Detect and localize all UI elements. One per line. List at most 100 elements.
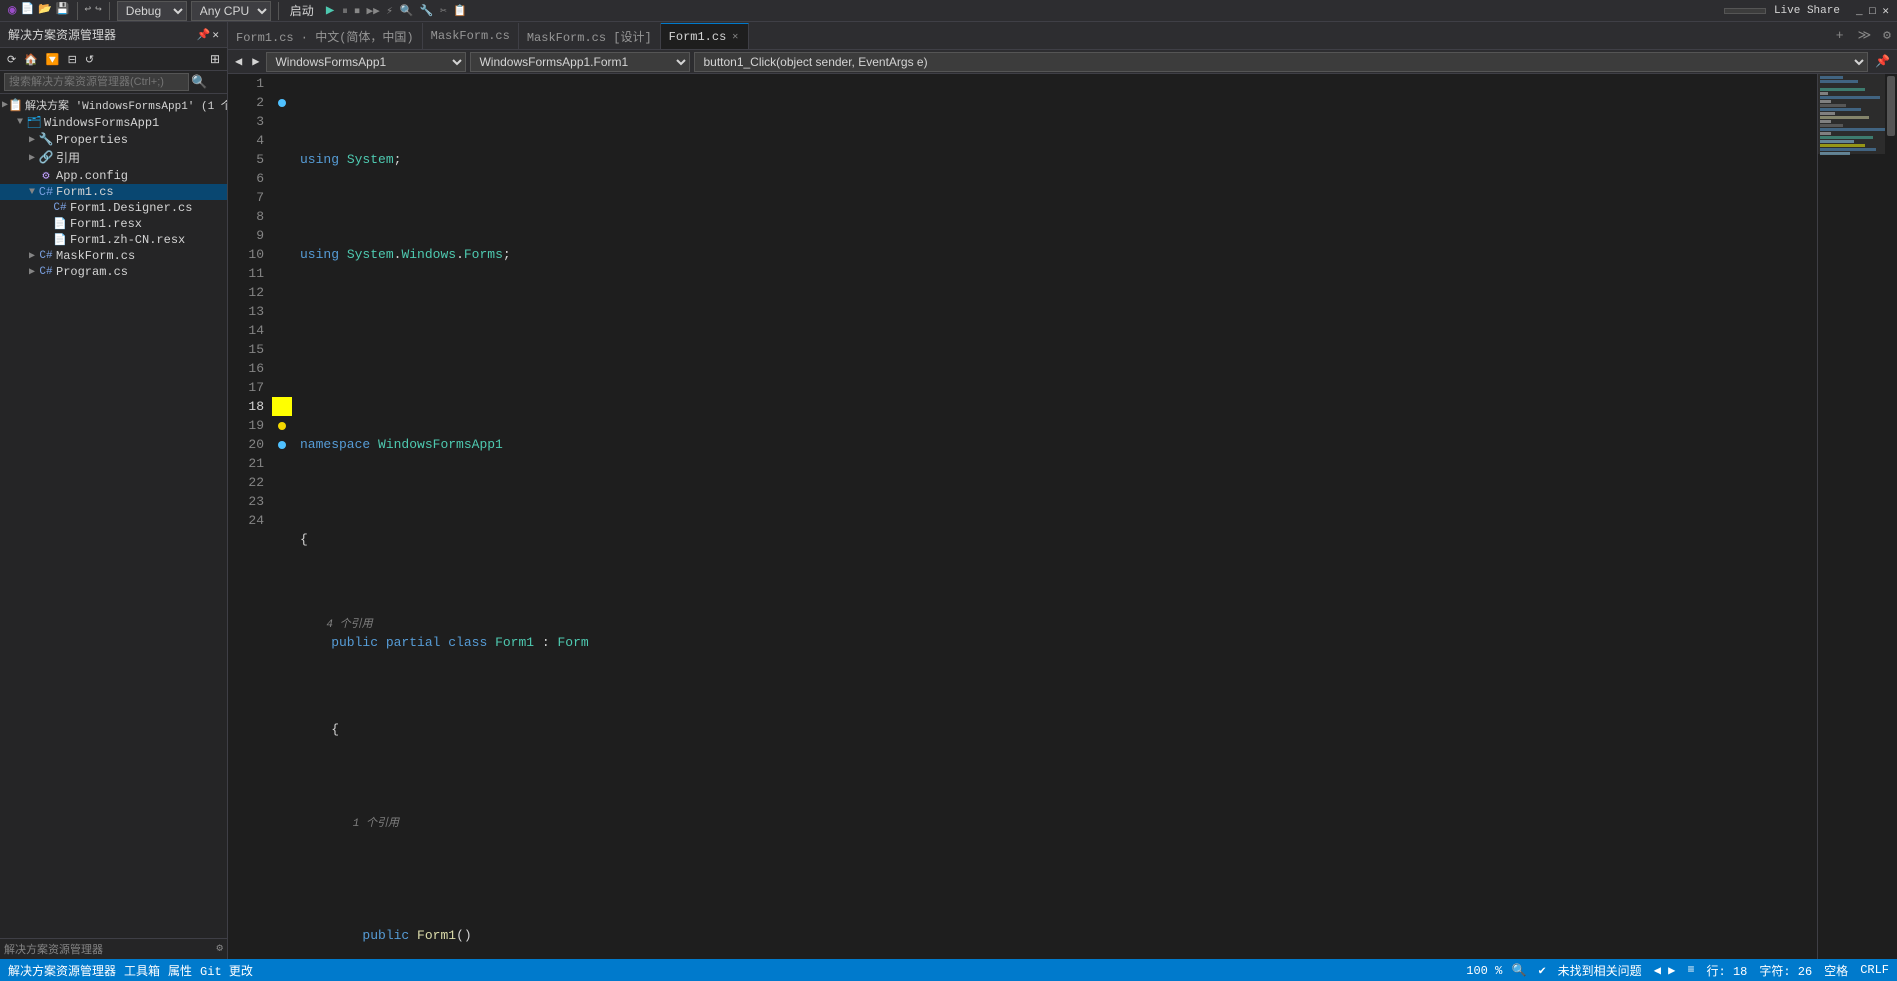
editor-area: Form1.cs · 中文(简体，中国) MaskForm.cs MaskFor… bbox=[228, 22, 1897, 959]
search-bar[interactable] bbox=[1724, 8, 1766, 14]
se-sync-btn[interactable]: ⟳ bbox=[4, 51, 19, 68]
se-title: 解决方案资源管理器 bbox=[8, 26, 116, 43]
status-git[interactable]: Git 更改 bbox=[200, 962, 253, 979]
tree-item-programcs[interactable]: ▶ C# Program.cs bbox=[0, 264, 227, 280]
se-search-icon[interactable]: 🔍 bbox=[191, 75, 207, 90]
tree-item-solution[interactable]: ▶ 📋 解决方案 'WindowsFormsApp1' (1 个项目) bbox=[0, 96, 227, 114]
code-line-1: using System; bbox=[300, 150, 1809, 169]
gutter-1 bbox=[272, 74, 292, 93]
status-encoding: CRLF bbox=[1860, 963, 1889, 977]
ln-13: 13 bbox=[228, 302, 264, 321]
ref-hint-4: 4 个引用 bbox=[300, 617, 585, 633]
minimap[interactable] bbox=[1817, 74, 1897, 959]
tree-item-references[interactable]: ▶ 🔗 引用 bbox=[0, 148, 227, 167]
minimap-line-2 bbox=[1820, 80, 1858, 83]
code-content[interactable]: using System; using System.Windows.Forms… bbox=[292, 74, 1817, 959]
status-space: 空格 bbox=[1824, 962, 1848, 979]
gutter-8 bbox=[272, 207, 292, 226]
save-icon[interactable]: 💾 bbox=[56, 2, 70, 20]
minimap-line-8 bbox=[1820, 104, 1846, 107]
tab-maskformcs[interactable]: MaskForm.cs bbox=[423, 23, 519, 49]
se-refresh-btn[interactable]: ↺ bbox=[82, 51, 97, 68]
tree-item-form1cs[interactable]: ▼ C# Form1.cs bbox=[0, 184, 227, 200]
tab-form1cs[interactable]: Form1.cs ✕ bbox=[661, 23, 750, 49]
open-icon[interactable]: 📂 bbox=[38, 2, 52, 20]
title-bar-left: ◉ 📄 📂 💾 ↩ ↪ Debug Any CPU 启动 ▶ ⏸ ⏹ ▶▶ ⚡ … bbox=[8, 1, 467, 21]
method-dropdown[interactable]: button1_Click(object sender, EventArgs e… bbox=[694, 52, 1868, 72]
tree-item-appconfig[interactable]: ⚙ App.config bbox=[0, 167, 227, 184]
status-filter-icon[interactable]: ≡ bbox=[1687, 963, 1694, 977]
zoom-value: 100 % bbox=[1466, 964, 1502, 978]
nav-pin-btn[interactable]: 📌 bbox=[1872, 54, 1893, 69]
toolbar-sep3 bbox=[278, 2, 279, 20]
se-tree: ▶ 📋 解决方案 'WindowsFormsApp1' (1 个项目) ▼ 🗂 … bbox=[0, 94, 227, 938]
minimap-line-4 bbox=[1820, 88, 1865, 91]
minimap-line-10 bbox=[1820, 112, 1835, 115]
tab-form1cs-chinese[interactable]: Form1.cs · 中文(简体，中国) bbox=[228, 23, 423, 49]
ln-1: 1 bbox=[228, 74, 264, 93]
code-editor[interactable]: 1 2 3 4 5 6 7 8 9 10 11 12 13 14 15 16 1… bbox=[228, 74, 1897, 959]
status-toolbox[interactable]: 工具箱 bbox=[124, 962, 160, 979]
form1designer-label: Form1.Designer.cs bbox=[70, 201, 192, 215]
class-dropdown[interactable]: WindowsFormsApp1.Form1 bbox=[470, 52, 690, 72]
nav-back-btn[interactable]: ◀ bbox=[232, 54, 245, 69]
platform-dropdown[interactable]: Any CPU bbox=[191, 1, 271, 21]
ns-system-wf: System bbox=[347, 245, 394, 264]
gutter-21 bbox=[272, 454, 292, 473]
tab-label: MaskForm.cs [设计] bbox=[527, 28, 652, 45]
status-solution-explorer[interactable]: 解决方案资源管理器 bbox=[8, 962, 116, 979]
redo-icon[interactable]: ↪ bbox=[95, 2, 102, 20]
namespace-dropdown[interactable]: WindowsFormsApp1 bbox=[266, 52, 466, 72]
ns-system: System bbox=[347, 150, 394, 169]
gutter-14 bbox=[272, 321, 292, 340]
form1zhcn-label: Form1.zh-CN.resx bbox=[70, 233, 185, 247]
se-collapse-btn[interactable]: ⊟ bbox=[65, 51, 80, 68]
tree-item-maskformcs[interactable]: ▶ C# MaskForm.cs bbox=[0, 248, 227, 264]
tree-item-project[interactable]: ▼ 🗂 WindowsFormsApp1 bbox=[0, 114, 227, 131]
window-controls[interactable]: _ □ ✕ bbox=[1856, 4, 1889, 18]
vs-logo-icon[interactable]: ◉ bbox=[8, 2, 16, 19]
ln-5: 5 bbox=[228, 150, 264, 169]
minimap-scrollbar[interactable] bbox=[1885, 74, 1897, 959]
config-dropdown[interactable]: Debug bbox=[117, 1, 187, 21]
tree-item-form1designer[interactable]: C# Form1.Designer.cs bbox=[0, 200, 227, 216]
tab-overflow-btn[interactable]: ≫ bbox=[1852, 28, 1878, 43]
minimap-line-18 bbox=[1820, 144, 1865, 147]
tab-settings-btn[interactable]: ⚙ bbox=[1877, 28, 1897, 43]
minimap-line-19 bbox=[1820, 148, 1876, 151]
tab-maskformcs-design[interactable]: MaskForm.cs [设计] bbox=[519, 23, 661, 49]
tree-item-form1zhcn[interactable]: 📄 Form1.zh-CN.resx bbox=[0, 232, 227, 248]
new-icon[interactable]: 📄 bbox=[20, 2, 34, 20]
status-zoom[interactable]: 100 % 🔍 bbox=[1466, 963, 1526, 978]
title-bar-icons: 📄 📂 💾 ↩ ↪ bbox=[20, 2, 112, 20]
status-properties[interactable]: 属性 bbox=[168, 962, 192, 979]
play-btn[interactable]: ▶ bbox=[322, 2, 338, 19]
start-dropdown[interactable]: 启动 bbox=[286, 2, 318, 19]
expand-icon: ▶ bbox=[26, 152, 38, 164]
line-numbers: 1 2 3 4 5 6 7 8 9 10 11 12 13 14 15 16 1… bbox=[228, 74, 272, 959]
scroll-thumb[interactable] bbox=[1887, 76, 1895, 136]
tab-close-btn[interactable]: ✕ bbox=[730, 31, 740, 43]
status-nav-arrows: ◀ ▶ bbox=[1654, 963, 1676, 978]
undo-icon[interactable]: ↩ bbox=[85, 2, 92, 20]
gutter-6 bbox=[272, 169, 292, 188]
minimap-line-15 bbox=[1820, 132, 1831, 135]
references-label: 引用 bbox=[56, 149, 80, 166]
se-search-input[interactable] bbox=[4, 73, 189, 91]
live-share-icon[interactable]: Live Share bbox=[1774, 5, 1840, 17]
se-filter-btn[interactable]: 🔽 bbox=[43, 51, 63, 68]
nav-forward-btn[interactable]: ▶ bbox=[249, 54, 262, 69]
tree-item-form1resx[interactable]: 📄 Form1.resx bbox=[0, 216, 227, 232]
se-home-btn[interactable]: 🏠 bbox=[21, 51, 41, 68]
se-pin-icon[interactable]: 📌 bbox=[197, 28, 211, 42]
zoom-icon[interactable]: 🔍 bbox=[1511, 964, 1526, 978]
gutter-12 bbox=[272, 283, 292, 302]
tab-new-btn[interactable]: + bbox=[1828, 28, 1852, 43]
gutter-23 bbox=[272, 492, 292, 511]
se-close-icon[interactable]: ✕ bbox=[212, 28, 219, 42]
status-no-issues[interactable]: 未找到相关问题 bbox=[1558, 962, 1642, 979]
se-new-file-btn[interactable]: ⊞ bbox=[207, 50, 223, 68]
ln-23: 23 bbox=[228, 492, 264, 511]
ln-21: 21 bbox=[228, 454, 264, 473]
tree-item-properties[interactable]: ▶ 🔧 Properties bbox=[0, 131, 227, 148]
